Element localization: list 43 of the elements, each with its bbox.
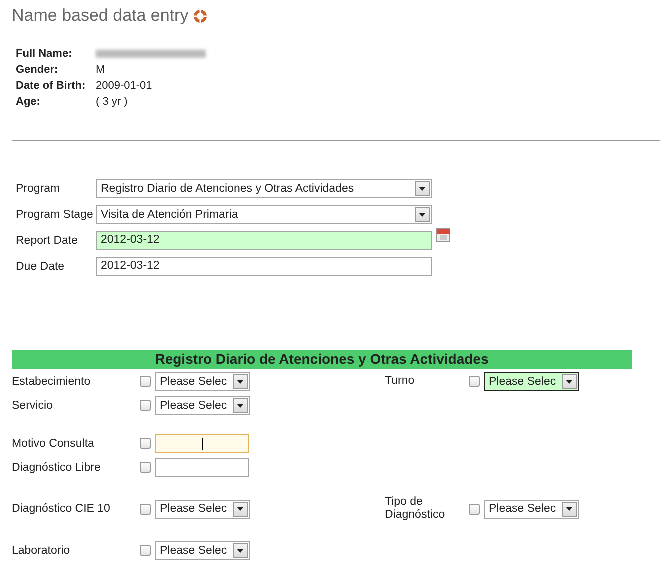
- dropdown[interactable]: Please Selec: [484, 372, 579, 391]
- checkbox[interactable]: [469, 504, 480, 515]
- field-label: Laboratorio: [12, 544, 72, 557]
- field-label: Tipo de Diagnóstico: [385, 496, 446, 522]
- date-field[interactable]: 2012-03-12: [96, 257, 432, 276]
- dropdown[interactable]: Please Selec: [155, 500, 250, 519]
- field-label: Full Name:: [16, 48, 74, 60]
- field-label: Due Date: [16, 260, 66, 272]
- field-label: Program: [16, 182, 62, 194]
- page-title: Name based data entry: [12, 6, 189, 26]
- dropdown[interactable]: Visita de Atención Primaria: [96, 205, 432, 224]
- field-label: Diagnóstico Libre: [12, 462, 102, 474]
- checkbox[interactable]: [140, 545, 151, 556]
- checkbox[interactable]: [140, 462, 151, 473]
- field-label: Date of Birth:: [16, 80, 87, 92]
- dropdown[interactable]: Please Selec: [155, 541, 250, 560]
- field-label: Report Date: [16, 234, 80, 246]
- field-value: M: [96, 64, 106, 76]
- field-label: Gender:: [16, 64, 60, 76]
- input-field[interactable]: [155, 434, 249, 453]
- dropdown[interactable]: Please Selec: [155, 372, 250, 391]
- dropdown[interactable]: Please Selec: [484, 500, 579, 519]
- field-label: Turno: [385, 374, 416, 388]
- input-field[interactable]: [155, 458, 249, 477]
- checkbox[interactable]: [140, 400, 151, 411]
- checkbox[interactable]: [140, 376, 151, 387]
- field-label: Age:: [16, 96, 42, 108]
- dropdown[interactable]: Please Selec: [155, 396, 250, 415]
- field-label: Servicio: [12, 400, 54, 412]
- checkbox[interactable]: [469, 376, 480, 387]
- field-label: Program Stage: [16, 208, 94, 220]
- help-icon[interactable]: [194, 10, 207, 22]
- field-label: Motivo Consulta: [12, 438, 96, 450]
- date-field[interactable]: 2012-03-12: [96, 231, 432, 250]
- field-value: ( 3 yr ): [96, 96, 129, 108]
- section-header: Registro Diario de Atenciones y Otras Actividades: [12, 350, 632, 369]
- checkbox[interactable]: [140, 438, 151, 449]
- checkbox[interactable]: [140, 504, 151, 515]
- field-label: Diagnóstico CIE 10: [12, 503, 112, 516]
- field-label: Estabecimiento: [12, 376, 92, 388]
- calendar-icon[interactable]: [436, 227, 452, 243]
- dropdown[interactable]: Registro Diario de Atenciones y Otras Actividades: [96, 179, 432, 198]
- field-value: 2009-01-01: [96, 80, 154, 92]
